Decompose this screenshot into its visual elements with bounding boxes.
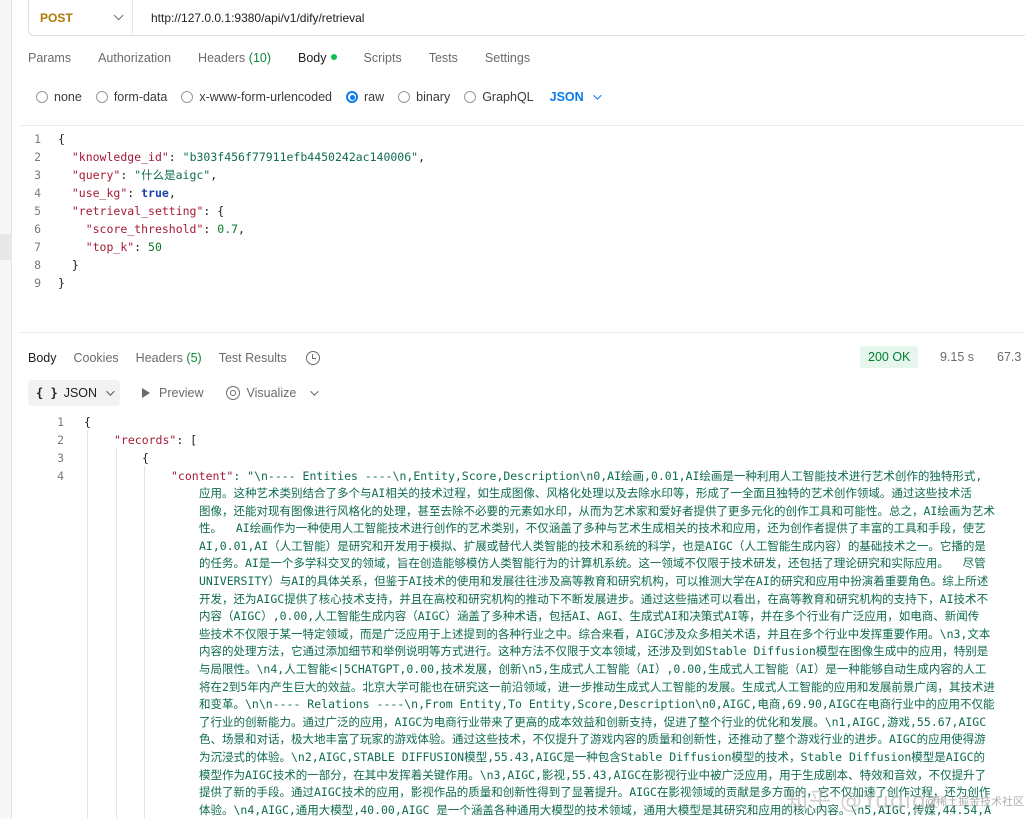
content-wrapped-line: 和变革。\n\n---- Relations ----\n,From Entit… xyxy=(199,697,995,712)
radio-x-www-form-urlencoded[interactable]: x-www-form-urlencoded xyxy=(181,90,332,104)
content-value-wrapped: 应用。这种艺术类别结合了多个与AI相关的技术过程，如生成图像、风格化处理以及去除… xyxy=(199,485,995,819)
tab-response-body[interactable]: Body xyxy=(28,351,57,365)
code-line: 7 "top_k": 50 xyxy=(34,240,162,254)
language-select[interactable]: JSON xyxy=(550,90,602,104)
play-icon xyxy=(142,388,151,398)
method-label: POST xyxy=(40,10,73,25)
watermark: 知乎 @Yuqigz xyxy=(786,789,940,814)
tab-authorization[interactable]: Authorization xyxy=(98,51,171,73)
content-wrapped-line: 模型作为AIGC技术的一部分，在其中发挥着关键作用。\n3,AIGC,影视,55… xyxy=(199,767,987,782)
tab-test-results[interactable]: Test Results xyxy=(219,351,287,365)
sidebar-marker xyxy=(0,234,12,260)
content-wrapped-line: 图像，还能对现有图像进行风格化的处理，甚至去除不必要的元素如水印，从而为艺术家和… xyxy=(199,503,995,518)
response-viewer[interactable]: 1{ 2 "records": [ 3{ 4 "content": "\n---- … xyxy=(20,412,1025,819)
tab-settings[interactable]: Settings xyxy=(485,51,530,73)
preview-button[interactable]: Preview xyxy=(142,386,204,400)
content-wrapped-line: 与局限性。\n4,人工智能<|5CHATGPT,0.00,技术发展，创新\n5,… xyxy=(199,661,987,676)
content-wrapped-line: 些技术不仅限于某一特定领域，而是广泛应用于上述提到的各种行业之中。综合来看，AI… xyxy=(199,626,991,641)
content-wrapped-line: 开发，还为AIGC提供了核心技术支持，并且在高校和研究机构的推动下不断发展进步。… xyxy=(199,591,989,606)
tab-response-headers[interactable]: Headers (5) xyxy=(136,351,202,365)
content-wrapped-line: 将在2到5年内产生巨大的效益。北京大学可能也在研究这一前沿领域，进一步推动生成式… xyxy=(199,679,995,694)
code-line: 5 "retrieval_setting": { xyxy=(34,204,225,218)
code-line: 8 } xyxy=(34,258,79,272)
code-line: 4 "use_kg": true, xyxy=(34,186,176,200)
braces-icon: { } xyxy=(36,386,58,400)
url-input[interactable]: http://127.0.0.1:9380/api/v1/dify/retrie… xyxy=(133,11,364,25)
response-line: 2 "records": [ xyxy=(57,433,198,447)
tab-scripts[interactable]: Scripts xyxy=(364,51,402,73)
code-line: 2 "knowledge_id": "b303f456f77911efb4450… xyxy=(34,150,425,164)
response-line: 3{ xyxy=(57,451,149,465)
chevron-down-icon xyxy=(310,387,319,396)
status-badge: 200 OK xyxy=(860,346,919,368)
content-wrapped-line: 内容的处理方法，它通过添加细节和举例说明等方式进行。这种方法不仅限于文本领域，还… xyxy=(199,644,989,659)
format-select[interactable]: { } JSON xyxy=(28,380,121,406)
code-line: 6 "score_threshold": 0.7, xyxy=(34,222,245,236)
tab-tests[interactable]: Tests xyxy=(429,51,458,73)
response-size: 67.3 xyxy=(997,350,1022,364)
content-wrapped-line: 了行业的创新能力。通过广泛的应用，AIGC为电商行业带来了更高的成本效益和创新支… xyxy=(199,714,987,729)
response-time: 9.15 s xyxy=(940,350,975,364)
code-line: 1{ xyxy=(34,132,65,146)
visualize-button[interactable]: Visualize xyxy=(225,386,319,400)
indent-guide xyxy=(144,466,145,819)
body-type-options: none form-data x-www-form-urlencoded raw… xyxy=(36,88,602,106)
content-wrapped-line: 应用。这种艺术类别结合了多个与AI相关的技术过程，如生成图像、风格化处理以及去除… xyxy=(199,486,972,500)
method-select[interactable]: POST xyxy=(29,0,133,35)
response-tabs: Body Cookies Headers (5) Test Results xyxy=(28,348,320,368)
content-wrapped-line: AI,0.01,AI（人工智能）是研究和开发用于模拟、扩展或替代人类智能的技术和… xyxy=(199,538,986,553)
content-wrapped-line: 内容（AIGC）,0.00,人工智能生成内容（AIGC）涵盖了多种术语，包括AI… xyxy=(199,609,980,624)
left-sidebar-strip xyxy=(0,0,12,819)
content-wrapped-line: UNIVERSITY）与AI的具体关系，但鉴于AI技术的使用和发展往往涉及高等教… xyxy=(199,573,989,588)
code-line: 3 "query": "什么是aigc", xyxy=(34,168,218,182)
radio-none[interactable]: none xyxy=(36,90,82,104)
headers-count: (10) xyxy=(248,51,272,65)
chevron-down-icon xyxy=(106,387,115,396)
radio-raw[interactable]: raw xyxy=(346,90,384,104)
content-wrapped-line: 的任务。AI是一个多学科交叉的领域，旨在创造能够模仿人类智能行为的计算机系统。这… xyxy=(199,556,986,571)
tab-headers[interactable]: Headers (10) xyxy=(198,51,271,73)
visualize-icon xyxy=(225,386,240,400)
content-wrapped-line: 色、场景和对话，极大地丰富了玩家的游戏体验。通过这些技术，不仅提升了游戏内容的质… xyxy=(199,732,986,747)
radio-form-data[interactable]: form-data xyxy=(95,90,167,104)
content-wrapped-line: 为沉浸式的体验。\n2,AIGC,STABLE DIFFUSION模型,55.4… xyxy=(199,749,985,764)
watermark-small: @稀土掘金技术社区 xyxy=(925,796,1025,808)
indent-guide xyxy=(116,448,117,819)
content-wrapped-line: 性。 AI绘画作为一种使用人工智能技术进行创作的艺术类别，不仅涵盖了多种与艺术生… xyxy=(199,521,986,536)
response-toolbar: { } JSON Preview Visualize xyxy=(28,380,319,406)
chevron-down-icon xyxy=(592,91,602,100)
radio-binary[interactable]: binary xyxy=(398,90,450,104)
url-bar: POST http://127.0.0.1:9380/api/v1/dify/r… xyxy=(28,0,1025,36)
code-line: 9} xyxy=(34,276,65,290)
indent-guide xyxy=(87,430,88,819)
chevron-down-icon xyxy=(113,10,124,21)
tab-params[interactable]: Params xyxy=(28,51,71,73)
tab-body[interactable]: Body xyxy=(298,51,337,73)
response-line: 1{ xyxy=(57,415,91,429)
history-icon[interactable] xyxy=(305,351,320,365)
body-dot-indicator xyxy=(330,54,337,60)
radio-graphql[interactable]: GraphQL xyxy=(464,90,534,104)
request-body-editor[interactable]: 1{ 2 "knowledge_id": "b303f456f77911efb4… xyxy=(20,125,1025,333)
response-line: 4 "content": "\n---- Entities ----\n,Enti… xyxy=(57,469,983,483)
tab-cookies[interactable]: Cookies xyxy=(74,351,119,365)
request-tabs: Params Authorization Headers (10) Body S… xyxy=(28,51,557,73)
